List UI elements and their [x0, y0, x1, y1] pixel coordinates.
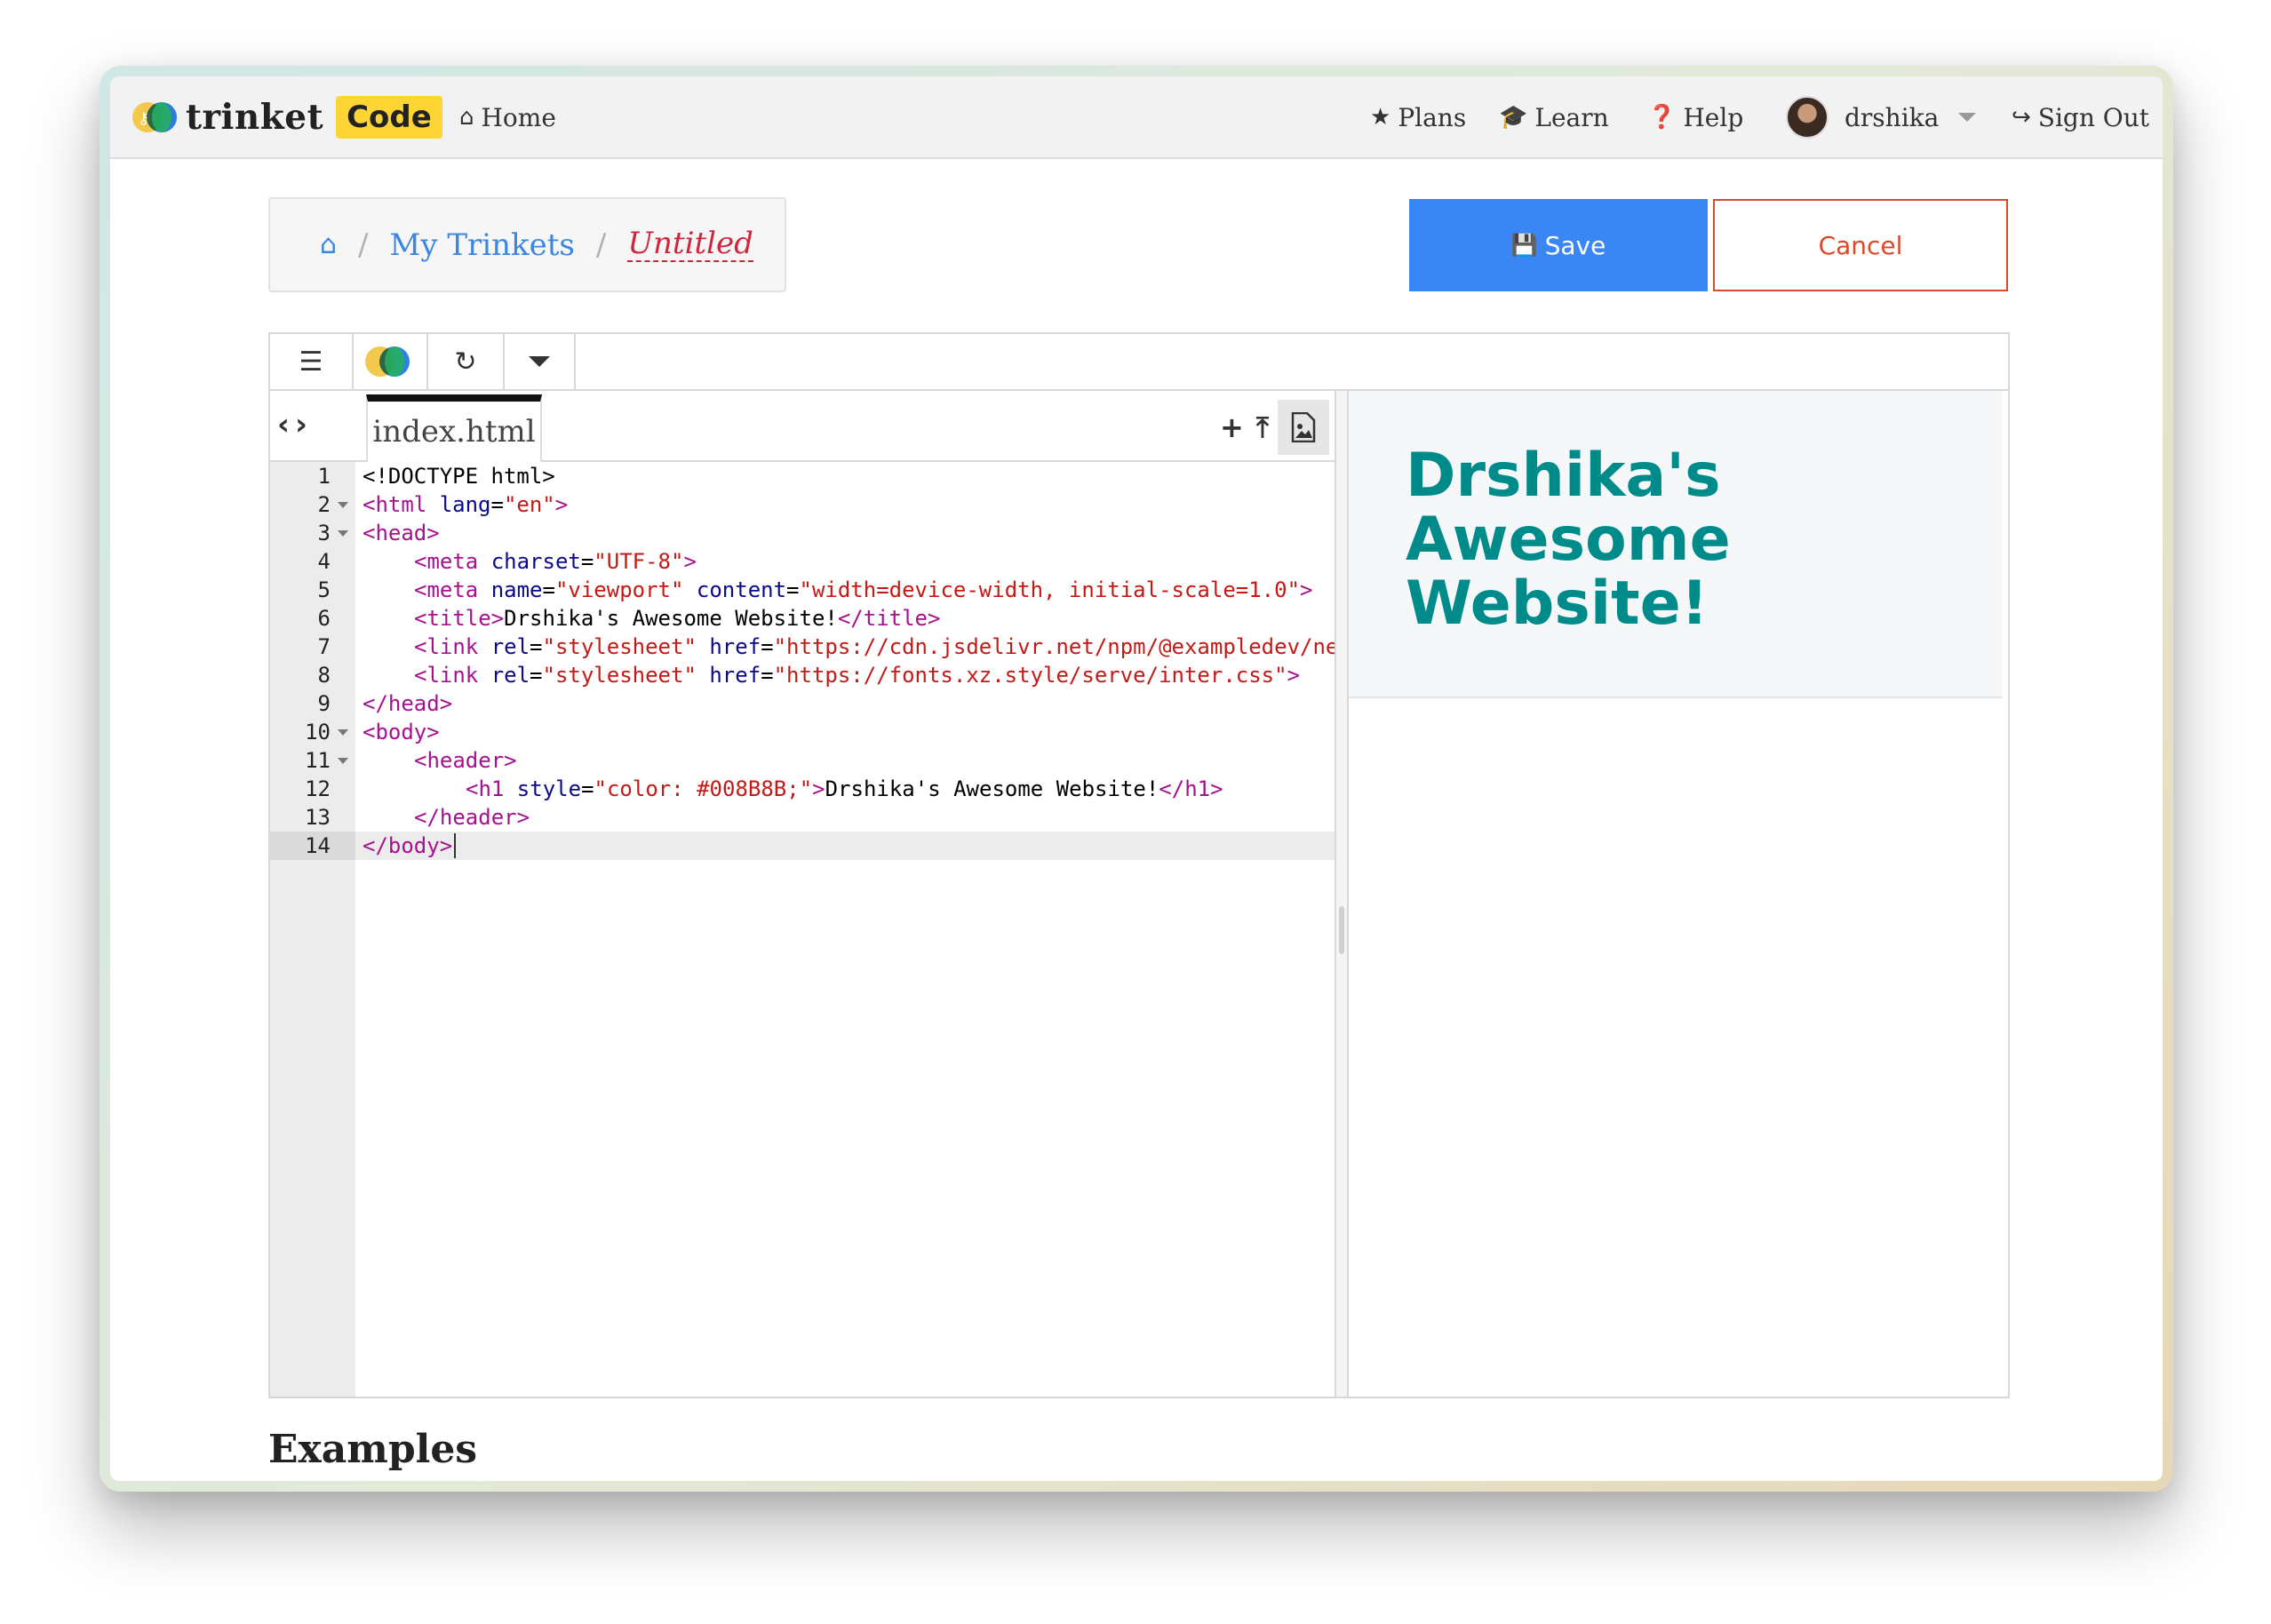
line-number: 1	[317, 464, 331, 489]
image-file-icon[interactable]	[1278, 400, 1329, 455]
nav-sign-out-label: Sign Out	[2037, 102, 2150, 132]
nav-learn-label: Learn	[1534, 102, 1609, 132]
breadcrumb: ⌂ / My Trinkets / Untitled	[268, 197, 786, 292]
nav-sign-out[interactable]: ↪ Sign Out	[2012, 98, 2149, 137]
line-number: 4	[317, 549, 331, 574]
code-line: <title>Drshika's Awesome Website!</title…	[414, 606, 941, 631]
brand-name: trinket	[186, 97, 324, 138]
menu-icon: ☰	[299, 346, 323, 378]
fold-arrow-icon[interactable]	[338, 530, 348, 537]
plus-icon[interactable]: +	[1220, 410, 1244, 444]
nav-learn[interactable]: 🎓 Learn	[1499, 98, 1609, 137]
trinket-logo-icon	[365, 346, 415, 377]
trinket-title-editable[interactable]: Untitled	[627, 227, 753, 263]
nav-plans-label: Plans	[1398, 102, 1467, 132]
code-editor[interactable]: <!DOCTYPE html> <html lang="en"> <head> …	[355, 462, 1339, 1397]
avatar	[1786, 96, 1829, 139]
code-line: <h1 style="color: #008B8B;">Drshika's Aw…	[466, 776, 1223, 801]
editor-toolbar: ☰ ↻	[270, 334, 2008, 391]
caret-down-icon	[529, 356, 550, 367]
fold-arrow-icon[interactable]	[338, 758, 348, 764]
question-circle-icon: ❓	[1647, 104, 1677, 131]
cancel-button-label: Cancel	[1818, 230, 1903, 260]
chevron-down-icon	[1958, 113, 1977, 122]
code-line: <link rel="stylesheet" href="https://cdn…	[414, 634, 1339, 659]
refresh-icon: ↻	[454, 346, 477, 378]
line-number: 7	[317, 634, 331, 659]
line-number: 13	[305, 805, 331, 830]
breadcrumb-my-trinkets[interactable]: My Trinkets	[390, 227, 575, 263]
nav-help[interactable]: ❓ Help	[1647, 98, 1743, 137]
code-line: <!DOCTYPE html>	[363, 464, 555, 489]
sign-out-icon: ↪	[2012, 104, 2031, 131]
menu-button[interactable]: ☰	[270, 334, 354, 389]
code-line-active: </body>	[355, 832, 1335, 860]
more-options-button[interactable]	[505, 334, 576, 389]
code-line: <head>	[363, 521, 440, 545]
file-actions: + ⤒	[1207, 400, 1329, 455]
line-number: 9	[317, 691, 331, 716]
pane-resize-handle[interactable]	[1335, 391, 1349, 1397]
top-navbar: ⚷ trinket Code ⌂ Home ★ Plans 🎓 Learn ❓ …	[110, 76, 2163, 159]
file-tab-index-html[interactable]: index.html	[366, 394, 542, 462]
code-line: </header>	[414, 805, 530, 830]
line-number-gutter: 1 2 3 4 5 6 7 8 9 10 11 12 13 14	[270, 462, 355, 1397]
trinket-editor: ☰ ↻ ‹› index.html + ⤒ 1 2 3 4 5 6 7 8 9 …	[268, 332, 2010, 1398]
preview-pane: Drshika's Awesome Website!	[1349, 391, 2008, 1397]
user-name: drshika	[1845, 102, 1940, 132]
nav-home-label: Home	[481, 102, 556, 132]
code-line: <link rel="stylesheet" href="https://fon…	[414, 663, 1301, 688]
nav-help-label: Help	[1683, 102, 1744, 132]
save-icon: 💾	[1510, 233, 1538, 258]
breadcrumb-separator: /	[595, 227, 607, 263]
code-pane: ‹› index.html + ⤒ 1 2 3 4 5 6 7 8 9 10 1…	[270, 391, 1339, 1397]
graduation-cap-icon: 🎓	[1499, 104, 1528, 131]
examples-heading: Examples	[268, 1427, 478, 1472]
line-number: 8	[317, 663, 331, 688]
star-icon: ★	[1370, 104, 1391, 131]
browser-window: ⚷ trinket Code ⌂ Home ★ Plans 🎓 Learn ❓ …	[100, 66, 2173, 1492]
code-line: <meta charset="UTF-8">	[414, 549, 697, 574]
line-number: 6	[317, 606, 331, 631]
save-button-label: Save	[1544, 230, 1606, 260]
reset-button[interactable]: ↻	[428, 334, 505, 389]
fold-arrow-icon[interactable]	[338, 502, 348, 508]
user-menu[interactable]: drshika	[1786, 96, 1977, 139]
app-viewport: ⚷ trinket Code ⌂ Home ★ Plans 🎓 Learn ❓ …	[110, 76, 2163, 1481]
preview-header: Drshika's Awesome Website!	[1349, 391, 2003, 698]
file-tabs-bar: ‹› index.html + ⤒	[270, 391, 1335, 462]
file-nav-arrows: ‹›	[277, 407, 313, 442]
preview-heading: Drshika's Awesome Website!	[1406, 441, 1731, 639]
chevron-right-icon[interactable]: ›	[295, 407, 313, 442]
brand-logo-link[interactable]: ⚷ trinket Code	[132, 96, 442, 139]
code-line: <header>	[414, 748, 517, 773]
home-icon: ⌂	[459, 104, 474, 131]
line-number: 5	[317, 577, 331, 602]
code-line: </head>	[363, 691, 453, 716]
line-number: 12	[305, 776, 331, 801]
chevron-left-icon[interactable]: ‹	[277, 407, 295, 442]
trinket-logo-icon: ⚷	[132, 102, 180, 132]
resize-grip	[1339, 906, 1344, 954]
trinket-run-button[interactable]	[354, 334, 428, 389]
code-line: <body>	[363, 720, 440, 744]
save-button[interactable]: 💾 Save	[1409, 199, 1708, 291]
breadcrumb-home-icon[interactable]: ⌂	[320, 229, 337, 260]
fold-arrow-icon[interactable]	[338, 729, 348, 736]
code-line: <html lang="en">	[363, 492, 569, 517]
breadcrumb-separator: /	[358, 227, 369, 263]
nav-home[interactable]: ⌂ Home	[459, 98, 556, 137]
brand-code-badge: Code	[336, 96, 442, 139]
cancel-button[interactable]: Cancel	[1713, 199, 2008, 291]
code-line: <meta name="viewport" content="width=dev…	[414, 577, 1313, 602]
nav-plans[interactable]: ★ Plans	[1370, 98, 1466, 137]
upload-icon[interactable]: ⤒	[1256, 410, 1269, 445]
line-number: 14	[270, 832, 355, 860]
